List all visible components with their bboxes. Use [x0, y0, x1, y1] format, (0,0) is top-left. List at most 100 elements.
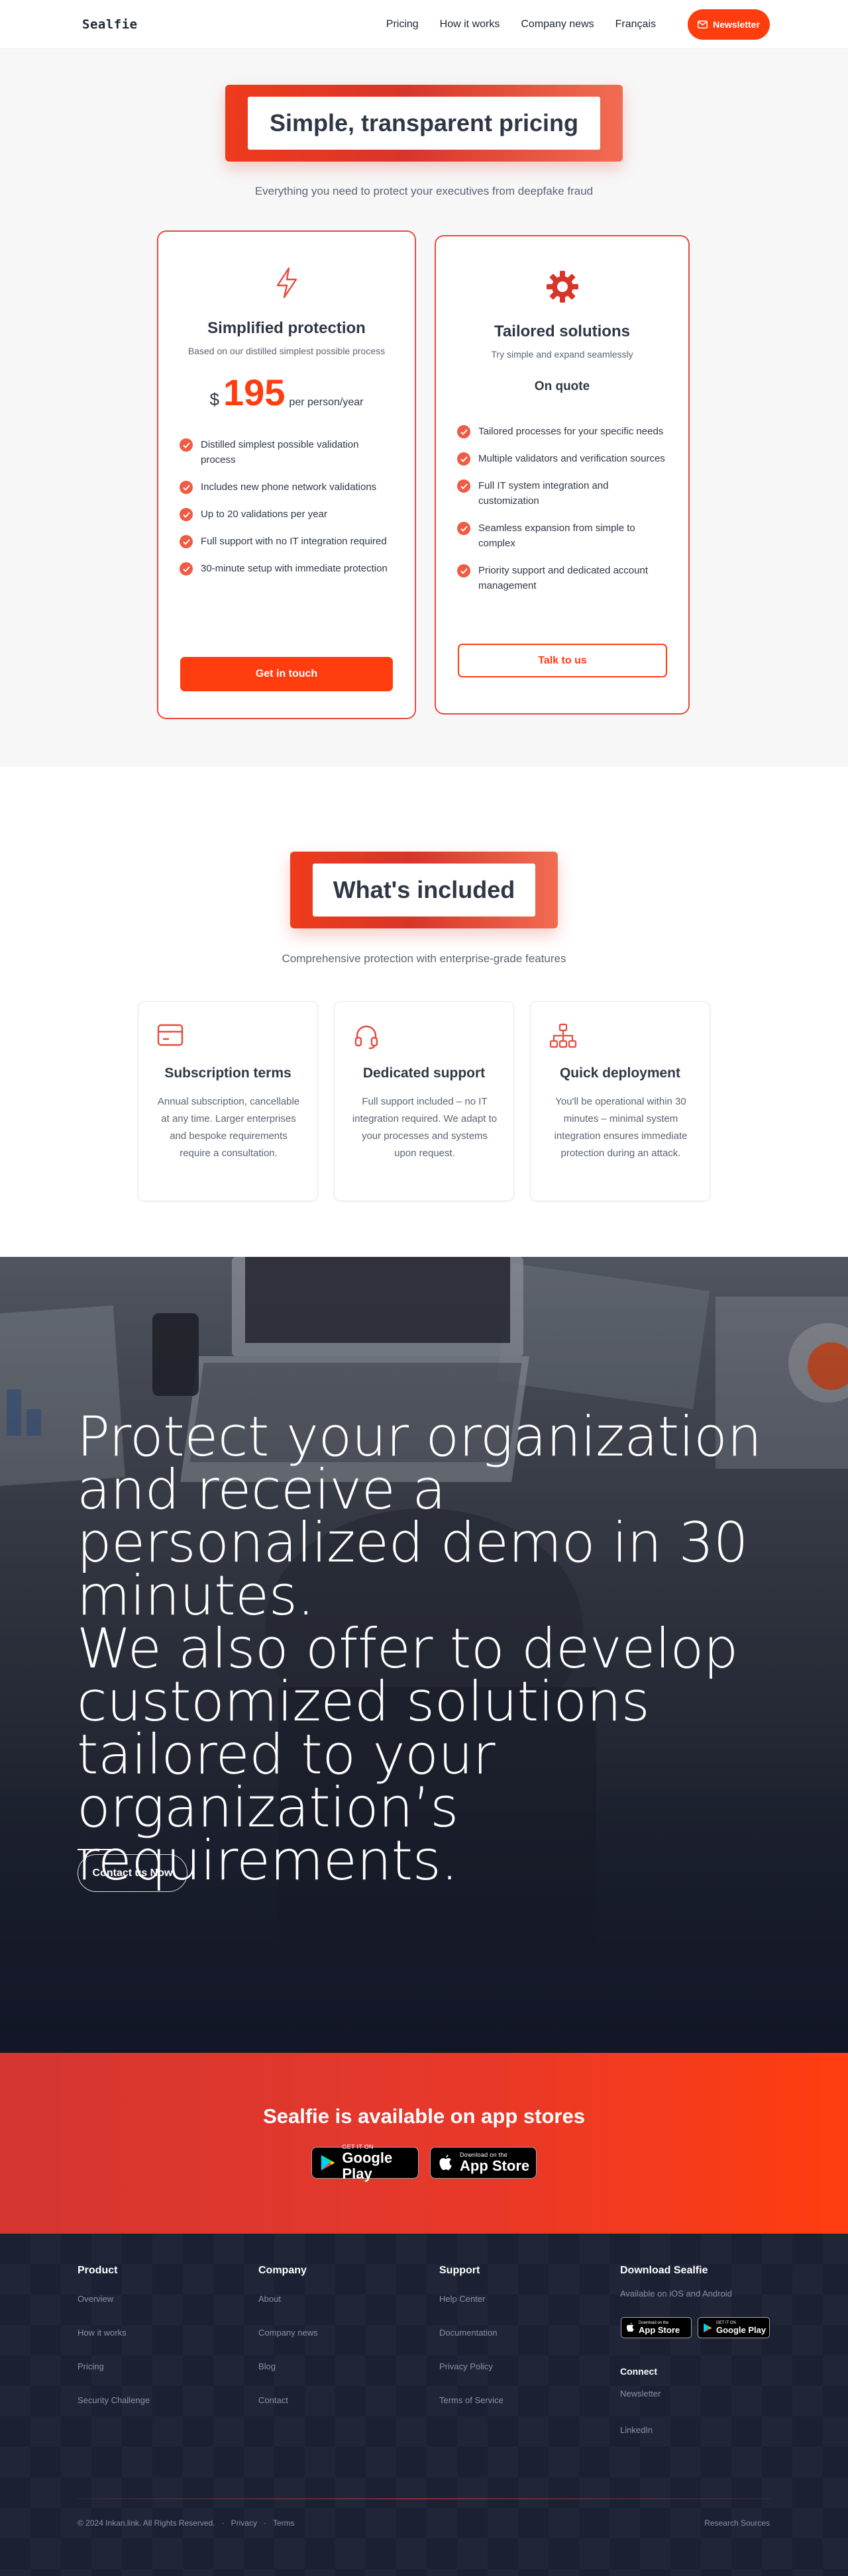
- price-unit: per person/year: [289, 397, 364, 408]
- plan-feature: Seamless expansion from simple to comple…: [457, 520, 670, 551]
- footer-link[interactable]: Contact: [258, 2395, 318, 2405]
- plan-card-tailored: Tailored solutions Try simple and expand…: [435, 235, 690, 715]
- footer-link[interactable]: Blog: [258, 2361, 318, 2371]
- plan-feature: Up to 20 validations per year: [180, 507, 392, 522]
- gear-icon: [546, 271, 578, 303]
- footer-link-linkedin[interactable]: LinkedIn: [620, 2425, 661, 2435]
- hero-accent-line: [78, 1849, 116, 1850]
- apps-title: Sealfie is available on app stores: [263, 2105, 585, 2128]
- nav-links: Pricing How it works Company news França…: [386, 0, 656, 49]
- price-amount: 195: [223, 372, 286, 413]
- plan-feature-list: Tailored processes for your specific nee…: [457, 424, 670, 605]
- hero-line-2: We also offer to develop customized solu…: [77, 1616, 738, 1893]
- check-icon: [180, 562, 193, 575]
- footer-link[interactable]: Help Center: [439, 2294, 504, 2304]
- google-play-icon: [704, 2323, 712, 2332]
- included-subtitle: Comprehensive protection with enterprise…: [282, 952, 566, 965]
- plan-feature: Priority support and dedicated account m…: [457, 563, 670, 593]
- terms-link[interactable]: Terms: [273, 2518, 295, 2528]
- plan-name: Tailored solutions: [494, 322, 630, 340]
- check-icon: [180, 481, 193, 494]
- footer-heading: Company: [258, 2265, 307, 2276]
- hero-section: Protect your organization and receive a …: [0, 1257, 848, 2053]
- check-icon: [180, 535, 193, 548]
- footer-col-company: Company About Company news Blog Contact: [258, 2265, 318, 2429]
- google-play-badge[interactable]: GET IT ON Google Play: [311, 2144, 419, 2182]
- feature-text: Full support included – no IT integratio…: [352, 1096, 498, 1159]
- google-big-text: Google Play: [342, 2150, 393, 2182]
- pricing-section: Simple, transparent pricing Everything y…: [0, 50, 848, 767]
- check-icon: [180, 438, 193, 452]
- footer-link[interactable]: Overview: [78, 2294, 150, 2304]
- nav-link-how-it-works[interactable]: How it works: [440, 19, 500, 30]
- research-sources-link[interactable]: Research Sources: [704, 2518, 770, 2528]
- newsletter-label: Newsletter: [713, 19, 760, 30]
- network-icon: [549, 1023, 577, 1048]
- pricing-subtitle: Everything you need to protect your exec…: [254, 185, 594, 197]
- feature-card-deployment: Quick deployment You'll be operational w…: [530, 1001, 710, 1201]
- check-icon: [457, 564, 470, 577]
- footer-link[interactable]: How it works: [78, 2328, 150, 2338]
- feature-card-subscription: Subscription terms Annual subscription, …: [138, 1001, 318, 1201]
- plan-feature: Full support with no IT integration requ…: [180, 534, 392, 549]
- footer-link[interactable]: Security Challenge: [78, 2395, 150, 2405]
- apple-icon: [626, 2322, 634, 2332]
- feature-title: Quick deployment: [559, 1065, 681, 1081]
- check-icon: [457, 479, 470, 493]
- privacy-link[interactable]: Privacy: [231, 2518, 257, 2528]
- credit-card-icon: [157, 1024, 184, 1046]
- footer-col-product: Product Overview How it works Pricing Se…: [78, 2265, 150, 2429]
- footer-heading: Support: [439, 2265, 480, 2276]
- nav-link-language[interactable]: Français: [615, 19, 656, 30]
- footer-link[interactable]: Documentation: [439, 2328, 504, 2338]
- pricing-title-badge: Simple, transparent pricing: [225, 85, 623, 162]
- plan-feature: Full IT system integration and customiza…: [457, 478, 670, 509]
- plan-card-simplified: Simplified protection Based on our disti…: [157, 230, 416, 719]
- apple-big-text: App Store: [460, 2157, 530, 2174]
- check-icon: [457, 522, 470, 535]
- check-icon: [457, 452, 470, 466]
- plan-feature-list: Distilled simplest possible validation p…: [180, 437, 392, 588]
- included-title: What's included: [313, 864, 535, 916]
- top-nav: Sealfie Pricing How it works Company new…: [0, 0, 848, 49]
- included-section: What's included Comprehensive protection…: [0, 767, 848, 1257]
- newsletter-button[interactable]: Newsletter: [688, 9, 770, 40]
- pricing-title: Simple, transparent pricing: [248, 97, 600, 150]
- feature-card-support: Dedicated support Full support included …: [334, 1001, 514, 1201]
- footer-link[interactable]: About: [258, 2294, 318, 2304]
- footer-google-play-badge[interactable]: GET IT ON Google Play: [698, 2317, 770, 2338]
- footer-link[interactable]: Terms of Service: [439, 2395, 504, 2405]
- footer-heading: Download Sealfie: [620, 2265, 708, 2276]
- footer-app-store-badge[interactable]: Download on the App Store: [621, 2317, 692, 2338]
- plan-icon-wrap: [158, 266, 415, 299]
- nav-link-company-news[interactable]: Company news: [521, 19, 594, 30]
- site-footer: Product Overview How it works Pricing Se…: [0, 2234, 848, 2576]
- footer-link[interactable]: Company news: [258, 2328, 318, 2338]
- included-title-badge: What's included: [290, 852, 558, 928]
- footer-col-connect: Connect Newsletter LinkedIn: [620, 2366, 661, 2459]
- plan-tagline: Based on our distilled simplest possible…: [187, 346, 386, 356]
- hero-line-1: Protect your organization and receive a …: [77, 1405, 762, 1628]
- brand-logo[interactable]: Sealfie: [82, 17, 138, 32]
- check-icon: [457, 425, 470, 438]
- app-store-badge[interactable]: Download on the App Store: [430, 2147, 537, 2179]
- app-stores-section: Sealfie is available on app stores GET I…: [0, 2053, 848, 2234]
- headset-icon: [354, 1025, 378, 1050]
- plan-feature: Includes new phone network validations: [180, 479, 392, 495]
- footer-heading: Connect: [620, 2366, 657, 2377]
- feature-title: Subscription terms: [164, 1065, 292, 1081]
- mail-icon: [698, 21, 708, 28]
- feature-text: Annual subscription, cancellable at any …: [157, 1096, 300, 1159]
- talk-to-us-button[interactable]: Talk to us: [458, 644, 667, 677]
- get-in-touch-button[interactable]: Get in touch: [180, 657, 393, 691]
- separator: ·: [221, 2518, 225, 2528]
- feature-title: Dedicated support: [362, 1065, 486, 1081]
- copyright-text: © 2024 Inkan.link. All Rights Reserved.: [78, 2518, 215, 2528]
- apple-big-text: App Store: [639, 2324, 680, 2335]
- footer-link[interactable]: Pricing: [78, 2361, 150, 2371]
- footer-link-newsletter[interactable]: Newsletter: [620, 2389, 661, 2399]
- plan-feature: 30-minute setup with immediate protectio…: [180, 561, 392, 576]
- footer-link[interactable]: Privacy Policy: [439, 2361, 504, 2371]
- nav-link-pricing[interactable]: Pricing: [386, 19, 419, 30]
- contact-us-button[interactable]: Contact us Now: [78, 1854, 187, 1892]
